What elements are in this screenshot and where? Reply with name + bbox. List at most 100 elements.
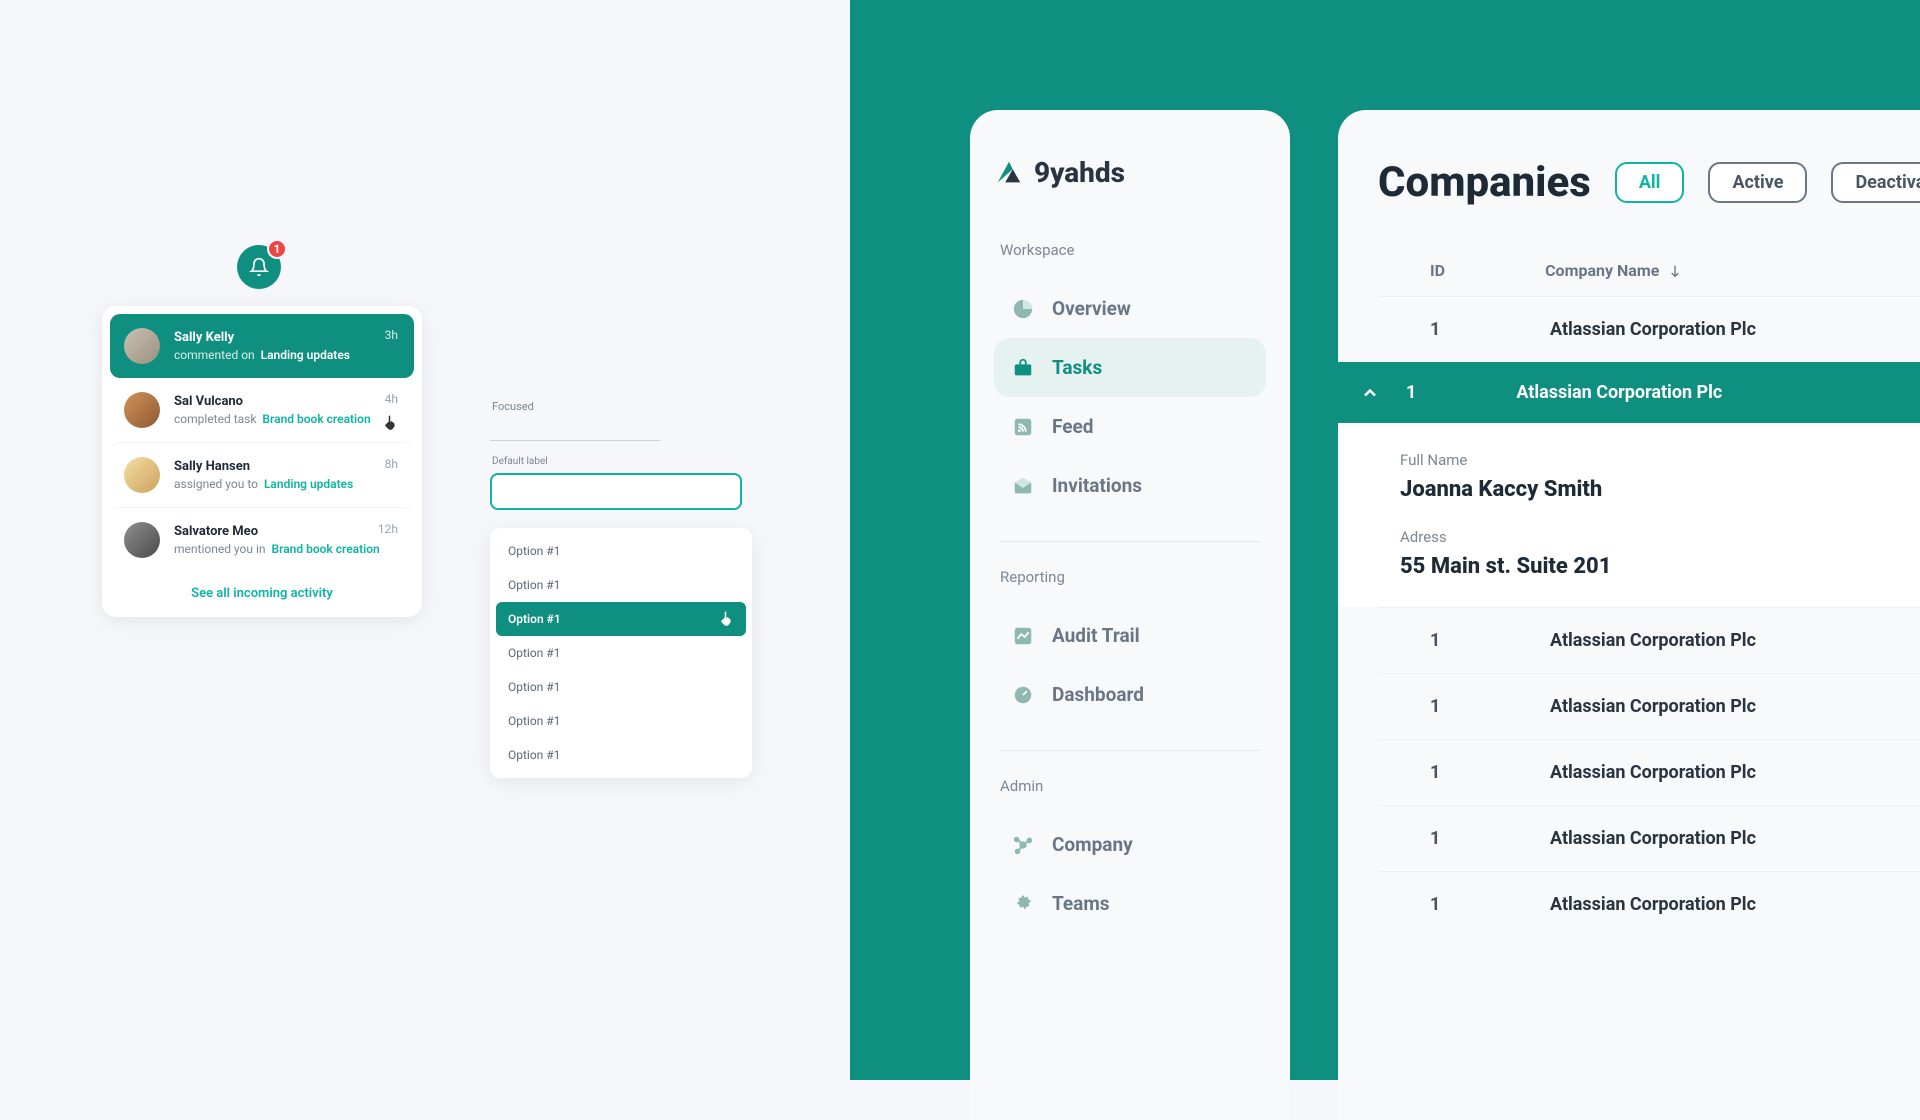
dropdown-option[interactable]: Option #1 [496,534,746,568]
cell-id: 1 [1430,894,1450,915]
table-row[interactable]: 1 Atlassian Corporation Plc [1378,805,1920,871]
sidebar-item-label: Teams [1052,892,1110,915]
detail-label: Full Name [1400,451,1920,469]
pie-chart-icon [1012,298,1034,320]
page-title: Companies [1378,158,1591,207]
cell-company-name: Atlassian Corporation Plc [1550,319,1756,340]
filter-all[interactable]: All [1615,162,1685,203]
notification-time: 12h [378,522,398,536]
notification-user: Sally Hansen [174,459,400,474]
sidebar-item-teams[interactable]: Teams [994,874,1266,933]
column-company-name[interactable]: Company Name [1545,261,1683,280]
table-row-expanded[interactable]: 1 Atlassian Corporation Plc [1338,362,1920,423]
cell-id: 1 [1430,319,1450,340]
avatar [124,328,160,364]
notification-user: Sal Vulcano [174,394,400,409]
sidebar-section-label: Reporting [1000,568,1260,586]
notifications-panel: Sally Kelly commented on Landing updates… [102,306,422,617]
row-details: Full Name Joanna Kaccy Smith Adress 55 M… [1338,423,1920,607]
cell-id: 1 [1430,828,1450,849]
cursor-icon [718,610,736,628]
brand: 9yahds [994,156,1266,189]
detail-value: 55 Main st. Suite 201 [1400,554,1920,579]
cell-company-name: Atlassian Corporation Plc [1550,828,1756,849]
sidebar-item-company[interactable]: Company [994,815,1266,874]
sidebar-item-tasks[interactable]: Tasks [994,338,1266,397]
avatar [124,522,160,558]
app-sidebar: 9yahds Workspace Overview Tasks Feed Inv… [970,110,1290,1120]
options-dropdown: Option #1 Option #1 Option #1 Option #1 … [490,528,752,778]
sidebar-item-feed[interactable]: Feed [994,397,1266,456]
rss-icon [1012,416,1034,438]
brand-logo-icon [994,158,1024,188]
notification-target-link[interactable]: Landing updates [261,348,350,362]
sidebar-item-label: Overview [1052,297,1131,320]
cell-company-name: Atlassian Corporation Plc [1550,762,1756,783]
dropdown-option[interactable]: Option #1 [496,670,746,704]
cell-company-name: Atlassian Corporation Plc [1550,696,1756,717]
settings-icon [1012,893,1034,915]
cell-id: 1 [1406,382,1416,403]
column-id[interactable]: ID [1430,261,1445,280]
dropdown-option[interactable]: Option #1 [496,738,746,772]
companies-table: ID Company Name 1 Atlassian Corporation … [1378,261,1920,937]
dropdown-option[interactable]: Option #1 [496,602,746,636]
notification-badge: 1 [267,239,287,259]
filter-active[interactable]: Active [1708,162,1807,203]
cell-company-name: Atlassian Corporation Plc [1550,630,1756,651]
cell-company-name: Atlassian Corporation Plc [1550,894,1756,915]
sidebar-item-label: Audit Trail [1052,624,1140,647]
notifications-bell[interactable]: 1 [237,245,281,289]
divider [1000,541,1260,542]
briefcase-icon [1012,357,1034,379]
sidebar-section-label: Workspace [1000,241,1260,259]
notification-target-link[interactable]: Brand book creation [262,412,370,426]
chart-icon [1012,625,1034,647]
focused-input[interactable] [490,413,660,441]
avatar [124,392,160,428]
see-all-link[interactable]: See all incoming activity [110,572,414,609]
notification-target-link[interactable]: Landing updates [264,477,353,491]
table-row[interactable]: 1 Atlassian Corporation Plc [1378,739,1920,805]
default-input[interactable] [490,473,742,510]
notification-time: 4h [385,392,398,406]
notification-item[interactable]: Sally Hansen assigned you to Landing upd… [110,442,414,507]
divider [1000,750,1260,751]
brand-name: 9yahds [1034,156,1125,189]
sidebar-item-label: Dashboard [1052,683,1144,706]
network-icon [1012,834,1034,856]
focused-field-group: Focused [490,400,660,441]
table-row[interactable]: 1 Atlassian Corporation Plc [1378,607,1920,673]
notification-time: 3h [385,328,398,342]
filter-deactivated[interactable]: Deactivated [1831,162,1920,203]
dropdown-option[interactable]: Option #1 [496,568,746,602]
table-row[interactable]: 1 Atlassian Corporation Plc [1378,673,1920,739]
sidebar-item-invitations[interactable]: Invitations [994,456,1266,515]
sidebar-item-overview[interactable]: Overview [994,279,1266,338]
dropdown-option[interactable]: Option #1 [496,636,746,670]
bell-icon [249,257,269,277]
sidebar-section-label: Admin [1000,777,1260,795]
notification-item[interactable]: Sally Kelly commented on Landing updates… [110,314,414,378]
sort-desc-icon [1667,263,1683,279]
table-row[interactable]: 1 Atlassian Corporation Plc [1378,296,1920,362]
notification-item[interactable]: Sal Vulcano completed task Brand book cr… [110,378,414,442]
notification-item[interactable]: Salvatore Meo mentioned you in Brand boo… [110,507,414,572]
notification-user: Salvatore Meo [174,524,400,539]
sidebar-item-dashboard[interactable]: Dashboard [994,665,1266,724]
gauge-icon [1012,684,1034,706]
sidebar-item-audit-trail[interactable]: Audit Trail [994,606,1266,665]
table-header: ID Company Name [1378,261,1920,296]
table-row[interactable]: 1 Atlassian Corporation Plc [1378,871,1920,937]
notification-text: completed task Brand book creation [174,412,400,426]
dropdown-option[interactable]: Option #1 [496,704,746,738]
mail-icon [1012,475,1034,497]
cursor-icon [382,414,400,432]
notification-user: Sally Kelly [174,330,400,345]
notification-target-link[interactable]: Brand book creation [271,542,379,556]
components-canvas: 1 Sally Kelly commented on Landing updat… [0,0,850,1080]
cell-id: 1 [1430,696,1450,717]
companies-page: Companies All Active Deactivated ID Comp… [1338,110,1920,1120]
cell-company-name: Atlassian Corporation Plc [1516,382,1722,403]
detail-label: Adress [1400,528,1920,546]
